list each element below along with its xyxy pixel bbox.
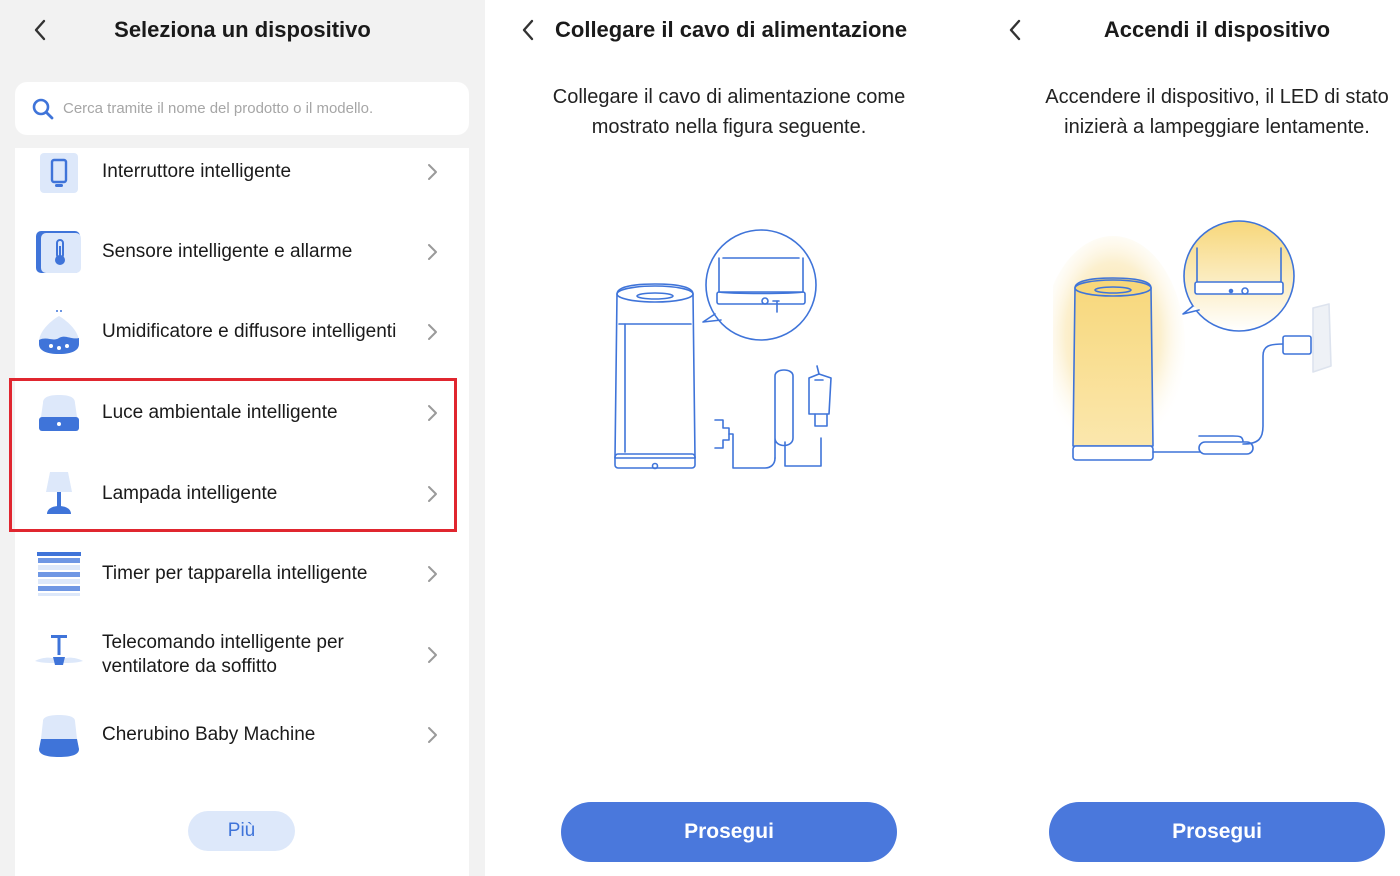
- list-item-label: Timer per tapparella intelligente: [102, 563, 368, 584]
- list-item-label: Sensore intelligente e allarme: [102, 241, 353, 262]
- chevron-right-icon: [428, 324, 437, 340]
- continue-button[interactable]: Prosegui: [1049, 802, 1385, 862]
- search-icon: [32, 98, 54, 119]
- list-item-humidifier[interactable]: Umidificatore e diffusore intelligenti: [15, 292, 469, 372]
- chevron-right-icon: [428, 405, 437, 421]
- page-title: Seleziona un dispositivo: [114, 17, 371, 42]
- smart-switch-icon: [33, 148, 85, 198]
- list-item-table-lamp[interactable]: Lampada intelligente: [15, 454, 469, 534]
- list-item-label: Umidificatore e diffusore intelligenti: [102, 321, 397, 342]
- device-select-screen: Seleziona un dispositivo Interruttore in…: [0, 0, 485, 876]
- list-item-label: Telecomando intelligente per ventilatore…: [102, 632, 344, 677]
- chevron-right-icon: [428, 486, 437, 502]
- continue-button[interactable]: Prosegui: [561, 802, 897, 862]
- list-item-label: Interruttore intelligente: [102, 161, 292, 182]
- instruction-text: Collegare il cavo di alimentazione come …: [552, 86, 906, 138]
- page-title: Accendi il dispositivo: [1103, 17, 1331, 42]
- chevron-right-icon: [428, 566, 437, 582]
- connect-power-screen: Collegare il cavo di alimentazione Colle…: [485, 0, 973, 876]
- search-bar[interactable]: [15, 82, 469, 135]
- list-item-label: Lampada intelligente: [102, 483, 278, 504]
- humidifier-icon: [33, 306, 85, 358]
- baby-machine-icon: [33, 709, 85, 761]
- power-on-illustration: [1053, 220, 1332, 461]
- back-button[interactable]: [514, 16, 542, 44]
- ambient-light-icon: [33, 387, 85, 439]
- search-input[interactable]: [63, 100, 443, 117]
- table-lamp-icon: [33, 468, 85, 520]
- list-item-ceiling-fan-remote[interactable]: Telecomando intelligente per ventilatore…: [15, 615, 469, 695]
- ceiling-fan-icon: [33, 629, 85, 681]
- chevron-right-icon: [428, 647, 437, 663]
- list-item-blinds-timer[interactable]: Timer per tapparella intelligente: [15, 534, 469, 614]
- list-item-label: Luce ambientale intelligente: [102, 402, 338, 423]
- page-title: Collegare il cavo di alimentazione: [555, 17, 908, 42]
- list-item-sensor-alarm[interactable]: Sensore intelligente e allarme: [15, 212, 469, 292]
- blinds-icon: [33, 548, 85, 600]
- power-on-screen: Accendi il dispositivo Accendere il disp…: [973, 0, 1400, 876]
- thermometer-sensor-icon: [33, 226, 85, 278]
- chevron-right-icon: [428, 727, 437, 743]
- chevron-right-icon: [428, 164, 437, 180]
- list-item-label: Cherubino Baby Machine: [102, 724, 316, 745]
- list-item-baby-machine[interactable]: Cherubino Baby Machine: [15, 695, 469, 775]
- chevron-right-icon: [428, 244, 437, 260]
- instruction-text: Accendere il dispositivo, il LED di stat…: [1045, 86, 1389, 138]
- power-cable-illustration: [614, 229, 832, 470]
- list-item-smart-switch[interactable]: Interruttore intelligente: [15, 148, 469, 212]
- list-item-ambient-light[interactable]: Luce ambientale intelligente: [15, 373, 469, 453]
- more-button[interactable]: Più: [188, 811, 295, 851]
- chevron-left-icon: [522, 19, 534, 41]
- device-category-list: Interruttore intelligente Sensore intell…: [15, 148, 469, 876]
